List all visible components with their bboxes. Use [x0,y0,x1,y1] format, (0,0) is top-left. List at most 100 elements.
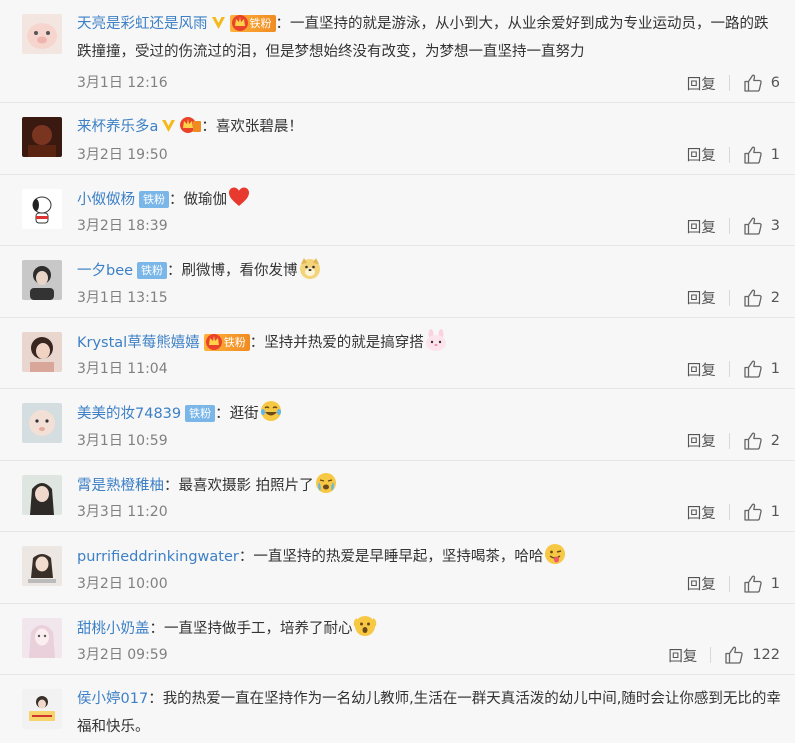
comment-list: 天亮是彩虹还是风雨 铁粉 ：一直坚持的就是游泳，从小到大，从业余爱好到成为专业运动员… [0,0,795,743]
reply-button[interactable]: 回复 [687,573,716,594]
comment-content: 一夕bee 铁粉 ：刷微博，看你发博 [77,256,781,285]
fan-badge: 铁粉 [137,262,168,279]
like-count: 2 [770,289,780,306]
fan-badge: 铁粉 [203,333,250,351]
verified-icon [211,17,225,29]
comment-actions: 回复 122 [668,644,780,666]
comment-text: 最喜欢摄影 拍照片了 [178,477,314,494]
comment-time: 3月2日 10:00 [77,575,168,592]
comment-actions: 回复 2 [687,287,780,309]
crown-badge-icon [180,117,202,133]
username-link[interactable]: 天亮是彩虹还是风雨 [77,16,208,32]
comment-time: 3月2日 18:39 [77,218,168,234]
dark-photo-avatar[interactable] [22,117,62,157]
username-link[interactable]: 一夕bee [77,263,133,279]
thumbs-up-icon [744,217,762,235]
comment-text: 做瑜伽 [183,191,228,208]
comment-actions: 回复 1 [687,573,780,595]
person-avatar[interactable] [22,260,62,300]
divider [728,504,730,520]
like-button[interactable]: 2 [743,431,780,451]
like-button[interactable]: 1 [743,359,780,379]
divider [728,218,730,234]
crown-icon [205,333,222,350]
laugh-cry-emoji [260,401,281,421]
verified-icon [162,120,176,132]
comment-item: 一夕bee 铁粉 ：刷微博，看你发博 3月1日 13:15 回复 2 [0,246,795,318]
portrait-avatar[interactable] [22,546,62,586]
tongue-emoji [545,544,566,564]
comment-content: 小伮伮杨 铁粉 ：做瑜伽 [77,185,781,214]
divider [728,361,730,377]
girl-avatar[interactable] [22,331,62,372]
reply-button[interactable]: 回复 [687,430,716,451]
pig-face-avatar[interactable] [22,14,62,54]
comment-time: 3月3日 11:20 [77,504,168,520]
like-button[interactable]: 122 [724,645,780,665]
comment-content: 霄是熟橙稚柚：最喜欢摄影 拍照片了 [77,471,781,500]
like-button[interactable]: 2 [743,288,780,308]
comment-item: 甜桃小奶盖：一直坚持做手工，培养了耐心 3月2日 09:59 回复 122 [0,604,795,675]
reply-button[interactable]: 回复 [687,287,716,308]
thumbs-up-icon [744,289,762,307]
crown-icon [231,15,248,31]
comment-item: 天亮是彩虹还是风雨 铁粉 ：一直坚持的就是游泳，从小到大，从业余爱好到成为专业运动员… [0,0,795,103]
thumbs-up-icon [725,646,744,664]
comment-time: 3月1日 13:15 [77,289,168,306]
username-link[interactable]: 美美的妆74839 [77,406,181,422]
divider [710,647,712,663]
comment-item: 来杯养乐多a ：喜欢张碧晨！ 3月2日 19:50 回复 1 [0,103,795,175]
pink-girl-avatar[interactable] [22,617,62,658]
baby-avatar[interactable] [22,403,62,443]
like-button[interactable]: 1 [743,574,780,594]
comment-content: 美美的妆74839 铁粉 ：逛街 [77,399,781,428]
reply-button[interactable]: 回复 [687,359,716,380]
comment-content: 来杯养乐多a ：喜欢张碧晨！ [77,113,781,141]
comment-item: 美美的妆74839 铁粉 ：逛街 3月1日 10:59 回复 2 [0,389,795,461]
divider [728,432,730,449]
like-count: 3 [770,218,780,234]
like-count: 1 [770,575,780,592]
fan-badge: 铁粉 [185,405,216,422]
username-link[interactable]: 来杯养乐多a [77,119,158,135]
like-button[interactable]: 1 [743,502,780,522]
comment-time: 3月1日 12:16 [77,75,168,91]
username-link[interactable]: 侯小婷017 [77,691,148,707]
reply-button[interactable]: 回复 [687,216,716,237]
comment-item: 侯小婷017：我的热爱一直在坚持作为一名幼儿教师,生活在一群天真活泼的幼儿中间,… [0,675,795,743]
comment-text: 逛街 [229,406,259,422]
bunny-emoji [425,328,446,351]
comment-item: 霄是熟橙稚柚：最喜欢摄影 拍照片了 3月3日 11:20 回复 1 [0,461,795,532]
reply-button[interactable]: 回复 [687,73,716,94]
comment-content: 天亮是彩虹还是风雨 铁粉 ：一直坚持的就是游泳，从小到大，从业余爱好到成为专业运动员… [77,10,781,66]
comment-text: 喜欢张碧晨！ [215,119,303,135]
username-link[interactable]: 甜桃小奶盖 [77,621,150,637]
like-button[interactable]: 1 [743,145,780,165]
doge-emoji [299,258,320,279]
comment-actions: 回复 1 [687,144,780,166]
username-link[interactable]: 霄是熟橙稚柚 [77,478,164,494]
comment-text: 坚持并热爱的就是搞穿搭 [264,334,424,351]
comment-item: 小伮伮杨 铁粉 ：做瑜伽 3月2日 18:39 回复 3 [0,175,795,246]
divider [728,575,730,592]
username-link[interactable]: Krystal草莓熊嬉嬉 [77,335,200,351]
username-link[interactable]: purrifieddrinkingwater [77,549,239,565]
woman-avatar[interactable] [22,474,62,515]
thumbs-up-icon [744,575,762,593]
comment-actions: 回复 2 [687,430,780,452]
comment-actions: 回复 1 [687,501,780,523]
comment-actions: 回复 3 [687,215,780,237]
like-button[interactable]: 3 [743,216,780,236]
fan-badge: 铁粉 [229,15,276,32]
reply-button[interactable]: 回复 [687,502,716,523]
reply-button[interactable]: 回复 [687,144,716,165]
snoopy-avatar[interactable] [22,188,62,229]
comment-item: purrifieddrinkingwater：一直坚持的热爱是早睡早起，坚持喝茶… [0,532,795,604]
sign-avatar[interactable] [22,689,62,729]
like-count: 1 [770,361,780,377]
comment-text: 一直坚持做手工，培养了耐心 [164,620,353,637]
like-button[interactable]: 6 [743,73,780,93]
username-link[interactable]: 小伮伮杨 [77,192,135,208]
comment-item: Krystal草莓熊嬉嬉 铁粉 ：坚持并热爱的就是搞穿搭 3月1日 11:04 回复… [0,318,795,389]
reply-button[interactable]: 回复 [668,645,697,666]
